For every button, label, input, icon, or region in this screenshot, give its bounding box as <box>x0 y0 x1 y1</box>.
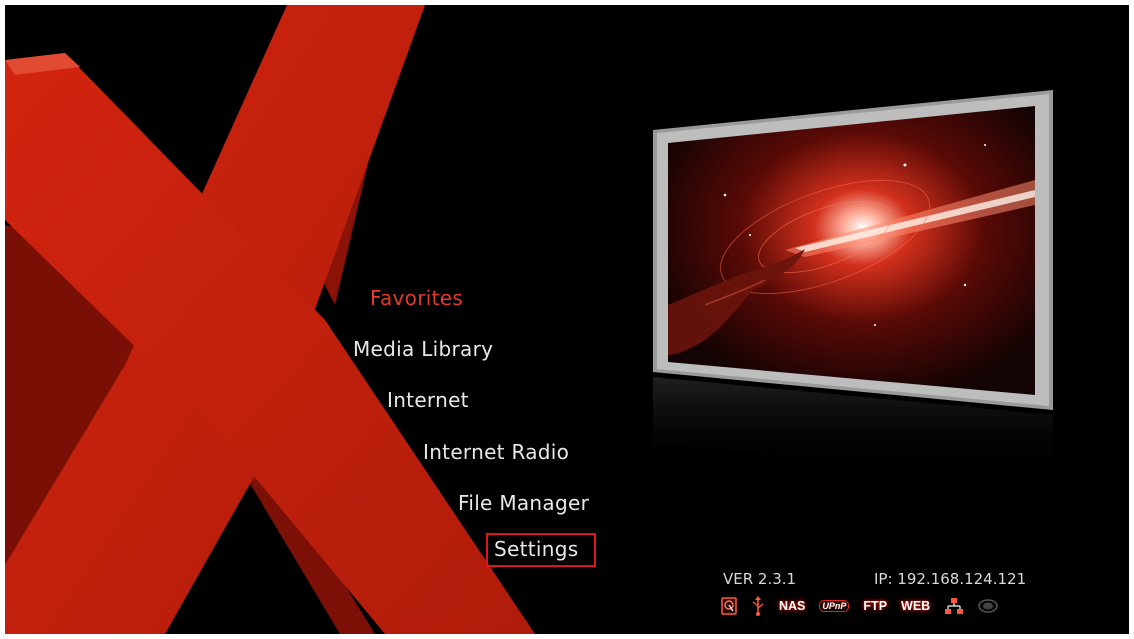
ip-address-label: IP: 192.168.124.121 <box>874 570 1027 588</box>
menu-item-favorites[interactable]: Favorites <box>370 286 463 310</box>
wifi-icon <box>978 599 998 613</box>
ftp-icon: FTP <box>863 599 888 613</box>
menu-item-internet[interactable]: Internet <box>387 388 469 412</box>
menu-item-internet-radio[interactable]: Internet Radio <box>423 440 569 464</box>
usb-icon <box>752 596 764 616</box>
upnp-icon: UPnP <box>819 600 850 612</box>
menu-item-file-manager[interactable]: File Manager <box>458 491 589 515</box>
version-label: VER 2.3.1 <box>723 570 797 588</box>
menu-item-settings[interactable]: Settings <box>486 533 596 567</box>
hdd-icon <box>721 597 737 615</box>
home-screen: Favorites Media Library Internet Interne… <box>5 5 1129 634</box>
status-icon-bar: NAS UPnP FTP WEB <box>721 595 998 617</box>
menu-item-media-library[interactable]: Media Library <box>353 337 493 361</box>
nas-icon: NAS <box>779 599 806 613</box>
network-icon <box>945 598 964 614</box>
web-icon: WEB <box>901 599 931 613</box>
